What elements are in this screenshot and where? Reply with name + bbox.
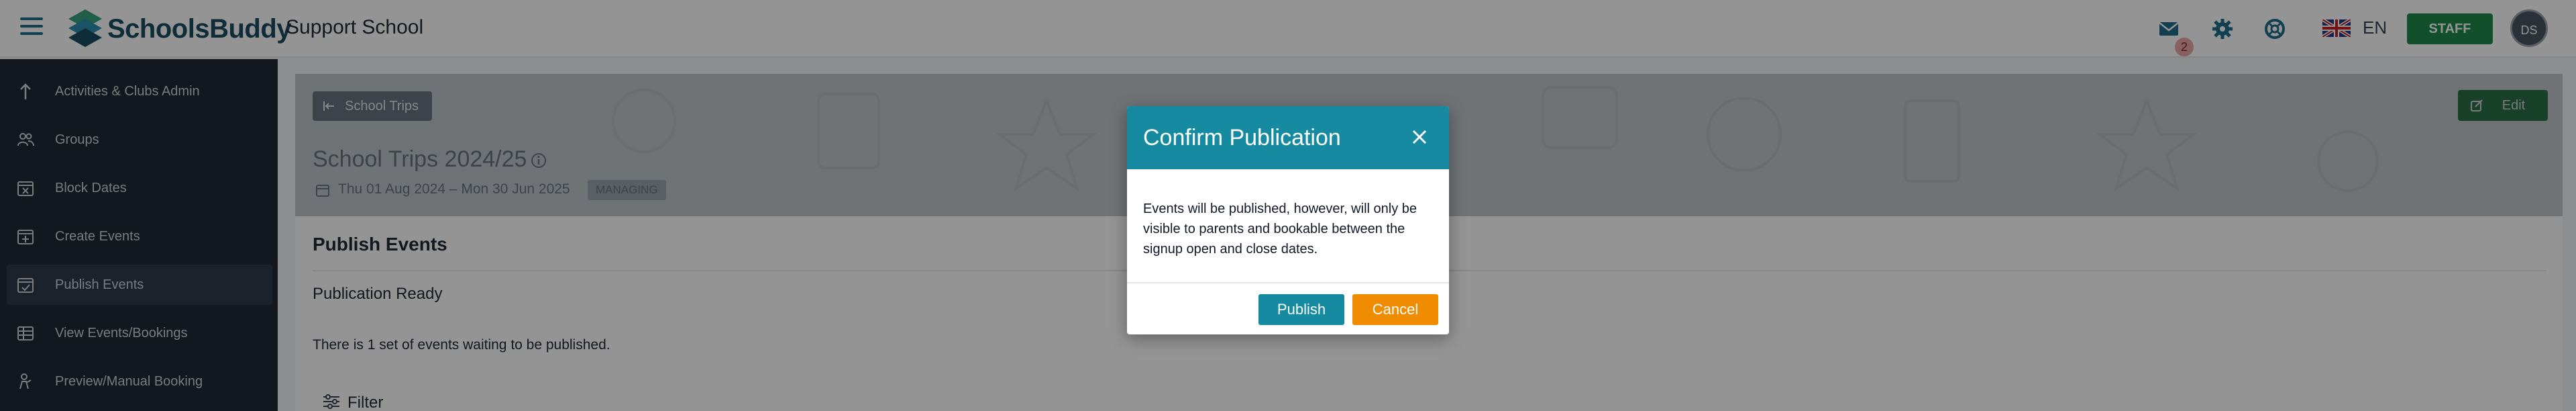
publish-button[interactable]: Publish [1258, 294, 1344, 325]
dialog-message: Events will be published, however, will … [1143, 201, 1417, 257]
dialog-header: Confirm Publication [1127, 106, 1449, 169]
close-icon [1412, 130, 1427, 144]
close-button[interactable] [1407, 125, 1432, 149]
divider [1127, 282, 1449, 283]
cancel-button[interactable]: Cancel [1352, 294, 1438, 325]
confirm-publication-dialog: Confirm Publication Events will be publi… [1127, 106, 1449, 334]
dialog-title: Confirm Publication [1143, 125, 1341, 150]
